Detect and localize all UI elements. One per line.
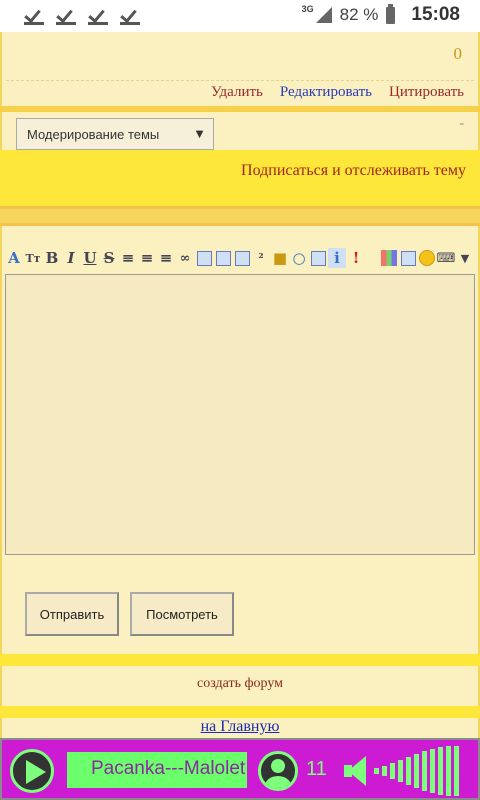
- paste-icon[interactable]: [233, 248, 251, 268]
- create-forum-link[interactable]: создать форум: [2, 676, 478, 692]
- delete-link[interactable]: Удалить: [211, 84, 263, 101]
- align-right-icon[interactable]: ≡: [157, 248, 175, 268]
- moderation-select[interactable]: Модерирование темы ▼: [16, 118, 214, 150]
- check-icon: [88, 5, 110, 25]
- check-icon: [120, 5, 142, 25]
- status-bar: 3G 82 % 15:08: [0, 0, 480, 32]
- battery-percent: 82 %: [339, 5, 379, 24]
- home-link[interactable]: на Главную: [2, 718, 478, 736]
- post-actions: Удалить Редактировать Цитировать: [211, 84, 464, 101]
- font-icon[interactable]: A: [5, 248, 23, 268]
- track-title: Pacanka---Malolet: [67, 752, 247, 788]
- speaker-icon[interactable]: [344, 756, 372, 786]
- divider: [6, 80, 474, 81]
- play-icon[interactable]: [10, 749, 54, 793]
- align-center-icon[interactable]: ≡: [138, 248, 156, 268]
- image-icon[interactable]: [195, 248, 213, 268]
- moderation-select-value: Модерирование темы: [27, 127, 160, 142]
- dropdown-icon[interactable]: ▼: [456, 248, 474, 268]
- clock: 15:08: [411, 4, 460, 25]
- moderation-dash: -: [459, 116, 464, 131]
- lock-icon[interactable]: ■: [271, 248, 289, 268]
- speech-icon[interactable]: ○: [290, 248, 308, 268]
- strike-icon[interactable]: S: [100, 248, 118, 268]
- check-icon: [24, 5, 46, 25]
- volume-slider[interactable]: [374, 746, 459, 796]
- bold-icon[interactable]: B: [43, 248, 61, 268]
- battery-icon: [386, 3, 396, 24]
- refresh-icon[interactable]: [309, 248, 327, 268]
- copy-icon[interactable]: [214, 248, 232, 268]
- align-left-icon[interactable]: ≡: [119, 248, 137, 268]
- keyboard-icon[interactable]: ⌨: [437, 248, 456, 268]
- listener-count: 11: [306, 758, 327, 780]
- font-size-icon[interactable]: Tт: [24, 248, 42, 268]
- subscribe-panel: Подписаться и отслеживать тему: [0, 150, 480, 206]
- submit-button[interactable]: Отправить: [25, 592, 119, 636]
- moderation-panel: Модерирование темы ▼ -: [0, 112, 480, 150]
- smiley-icon[interactable]: [418, 248, 436, 268]
- message-textarea[interactable]: [5, 274, 475, 555]
- table-icon[interactable]: [399, 248, 417, 268]
- separator: [0, 654, 480, 666]
- create-forum-panel: создать форум: [0, 666, 480, 706]
- preview-button[interactable]: Посмотреть: [130, 592, 234, 636]
- check-icon: [56, 5, 78, 25]
- editor-toolbar: A Tт B I U S ≡ ≡ ≡ ∞ ² ■ ○ i ! ⌨ ▼: [5, 246, 474, 270]
- quote-link[interactable]: Цитировать: [389, 84, 464, 101]
- reply-panel: A Tт B I U S ≡ ≡ ≡ ∞ ² ■ ○ i ! ⌨ ▼ Отпра…: [0, 226, 480, 664]
- post-panel: 0 Удалить Редактировать Цитировать: [0, 32, 480, 106]
- italic-icon[interactable]: I: [62, 248, 80, 268]
- underline-icon[interactable]: U: [81, 248, 99, 268]
- color-grid-icon[interactable]: [380, 248, 398, 268]
- home-panel: на Главную: [0, 718, 480, 738]
- link-icon[interactable]: ∞: [176, 248, 194, 268]
- sup-icon[interactable]: ²: [252, 248, 270, 268]
- edit-link[interactable]: Редактировать: [280, 84, 372, 101]
- user-icon: [258, 751, 298, 791]
- alert-icon[interactable]: !: [347, 248, 365, 268]
- music-player: Pacanka---Malolet 11: [0, 738, 480, 800]
- post-count: 0: [453, 44, 463, 63]
- separator: [0, 206, 480, 226]
- dropdown-arrow-icon: ▼: [193, 126, 206, 141]
- network-type: 3G: [301, 4, 314, 14]
- signal-icon: [315, 7, 332, 23]
- separator: [0, 706, 480, 718]
- info-icon[interactable]: i: [328, 248, 346, 268]
- subscribe-link[interactable]: Подписаться и отслеживать тему: [241, 162, 466, 180]
